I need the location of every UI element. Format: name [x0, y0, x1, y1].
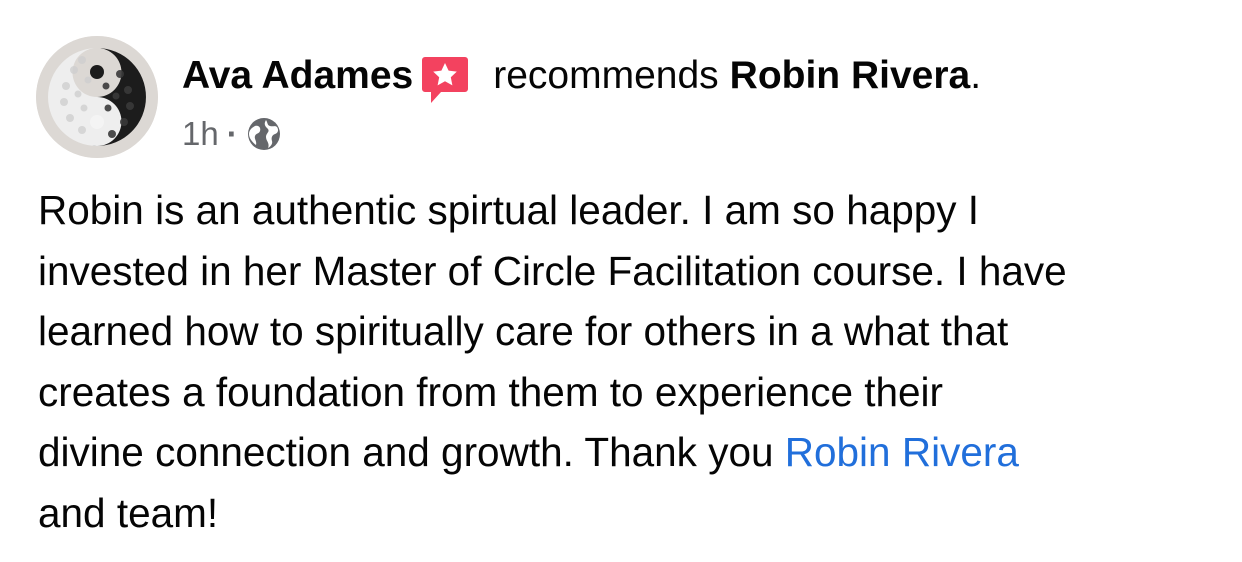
post-body: Robin is an authentic spirtual leader. I… — [38, 180, 1218, 543]
post-body-line-with-mention: divine connection and growth. Thank you … — [38, 422, 1218, 483]
post-body-line: and team! — [38, 489, 219, 536]
author-name[interactable]: Ava Adames — [182, 54, 413, 98]
recommended-page-link[interactable]: Robin Rivera — [730, 54, 971, 98]
subject-period: . — [970, 54, 982, 97]
timestamp[interactable]: 1h — [182, 115, 219, 153]
meta-separator: · — [226, 115, 238, 152]
post-body-text: divine connection and growth. Thank you — [38, 429, 785, 475]
recommendation-star-icon — [421, 55, 469, 105]
post-header: Ava Adames recommends Robin Rivera . — [182, 50, 982, 105]
post-body-line: invested in her Master of Circle Facilit… — [38, 247, 1067, 294]
globe-icon[interactable] — [246, 116, 282, 152]
yin-yang-avatar-image — [36, 36, 158, 158]
recommendation-post: Ava Adames recommends Robin Rivera . 1h … — [0, 0, 1242, 562]
mention-link[interactable]: Robin Rivera — [785, 429, 1019, 475]
avatar[interactable] — [36, 36, 158, 158]
post-body-line: learned how to spiritually care for othe… — [38, 308, 1009, 354]
post-body-line: creates a foundation from them to experi… — [38, 368, 944, 415]
post-meta: 1h · — [182, 112, 282, 156]
post-body-line: Robin is an authentic spirtual leader. I… — [38, 187, 980, 233]
recommends-text: recommends — [493, 54, 719, 97]
